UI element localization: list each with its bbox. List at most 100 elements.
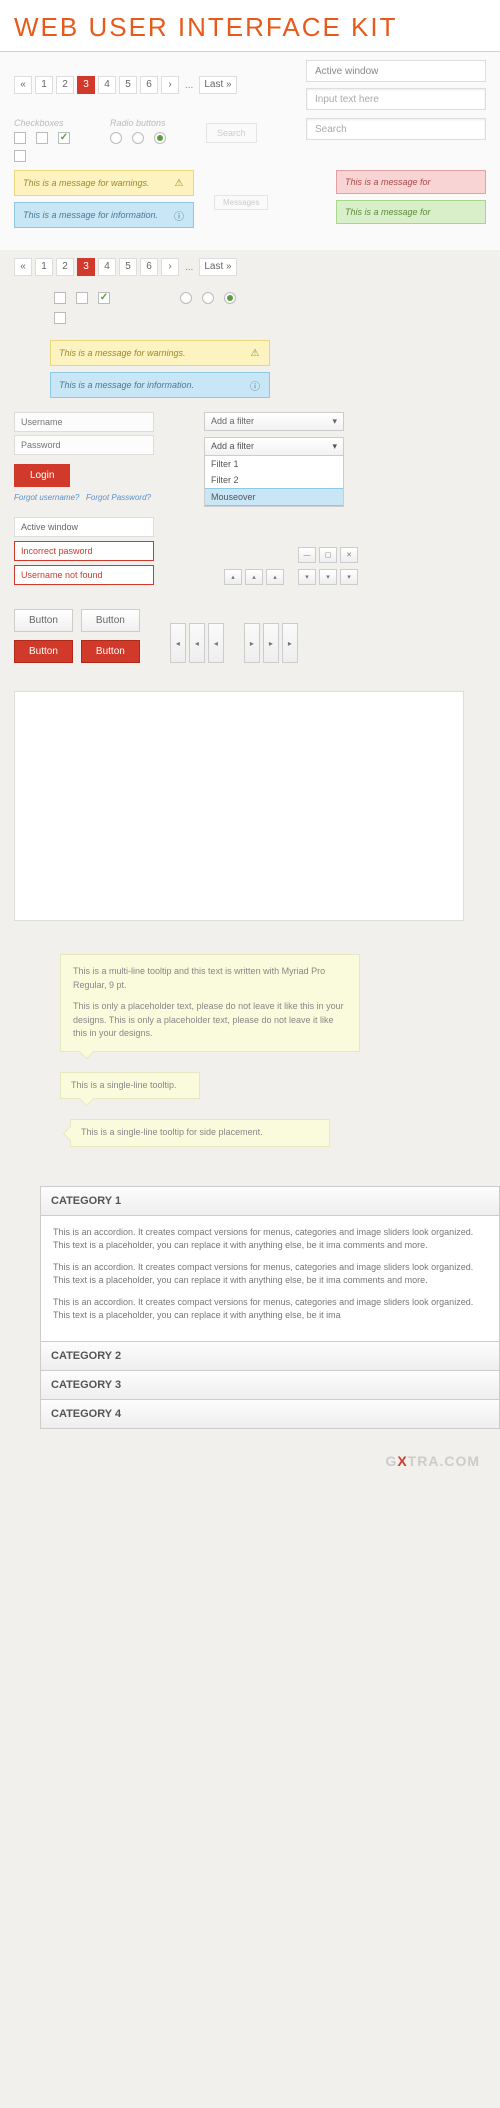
checks-radios-2: [0, 284, 500, 332]
accordion-body-1: This is an accordion. It creates compact…: [40, 1216, 500, 1342]
pager-2[interactable]: 2: [56, 76, 74, 94]
message-success: This is a message for: [336, 200, 486, 224]
close-icon[interactable]: ✕: [340, 547, 358, 563]
messages-right: This is a message for This is a message …: [336, 170, 486, 230]
dropdown-open-header[interactable]: Add a filter▾: [205, 438, 343, 456]
arrow-down-3[interactable]: ▾: [340, 569, 358, 585]
radio-3[interactable]: [154, 132, 166, 144]
dropdown-opt-1[interactable]: Filter 1: [205, 456, 343, 472]
login-button[interactable]: Login: [14, 464, 70, 487]
active-window-input[interactable]: [306, 60, 486, 82]
username-input[interactable]: [14, 412, 154, 432]
checkbox-1[interactable]: [14, 132, 26, 144]
accordion-header-3[interactable]: CATEGORY 3: [40, 1370, 500, 1400]
radio-2[interactable]: [132, 132, 144, 144]
slider-prev-1[interactable]: ◂: [170, 623, 186, 663]
arrow-up-1[interactable]: ▴: [224, 569, 242, 585]
checkbox2-1[interactable]: [54, 292, 66, 304]
pager-last[interactable]: Last »: [199, 76, 236, 94]
placeholder-input[interactable]: [306, 88, 486, 110]
message-warning: This is a message for warnings.⚠: [14, 170, 194, 196]
pager-1[interactable]: 1: [35, 76, 53, 94]
message-info: This is a message for information.ⓘ: [14, 202, 194, 228]
arrow-down-1[interactable]: ▾: [298, 569, 316, 585]
dropdown-opt-2[interactable]: Filter 2: [205, 472, 343, 488]
search-input-top[interactable]: [306, 118, 486, 140]
pager2-3[interactable]: 3: [77, 258, 95, 276]
login-form: Login Forgot username? Forgot Password?: [14, 412, 154, 507]
pager2-next[interactable]: ›: [161, 258, 179, 276]
radio2-3[interactable]: [224, 292, 236, 304]
status-arrows-row: Active window Incorrect pasword Username…: [0, 517, 500, 599]
message-error: This is a message for: [336, 170, 486, 194]
radio-group-top: Radio buttons: [110, 118, 166, 144]
radio-1[interactable]: [110, 132, 122, 144]
password-input[interactable]: [14, 435, 154, 455]
button-group: Button Button Button Button: [14, 609, 140, 671]
slider-next-3[interactable]: ▸: [282, 623, 298, 663]
pager-4[interactable]: 4: [98, 76, 116, 94]
pager-next[interactable]: ›: [161, 76, 179, 94]
minimize-icon[interactable]: —: [298, 547, 316, 563]
pager2-first[interactable]: «: [14, 258, 32, 276]
chevron-down-icon: ▾: [332, 416, 337, 427]
maximize-icon[interactable]: ▢: [319, 547, 337, 563]
button-red-2[interactable]: Button: [81, 640, 140, 663]
pager-5[interactable]: 5: [119, 76, 137, 94]
checkbox2-4[interactable]: [54, 312, 66, 324]
dropdown-opt-3[interactable]: Mouseover: [205, 488, 343, 506]
forgot-links: Forgot username? Forgot Password?: [14, 493, 154, 502]
accordion-header-2[interactable]: CATEGORY 2: [40, 1341, 500, 1371]
arrow-down-2[interactable]: ▾: [319, 569, 337, 585]
pager-6[interactable]: 6: [140, 76, 158, 94]
radio-label: Radio buttons: [110, 118, 166, 128]
tooltip-single: This is a single-line tooltip.: [60, 1072, 200, 1100]
buttons-sliders-row: Button Button Button Button ◂ ◂ ◂ ▸ ▸ ▸: [0, 609, 500, 681]
checkbox-3[interactable]: [58, 132, 70, 144]
pager-first[interactable]: «: [14, 76, 32, 94]
checkbox-4[interactable]: [14, 150, 26, 162]
pager2-6[interactable]: 6: [140, 258, 158, 276]
tooltip-side: This is a single-line tooltip for side p…: [70, 1119, 330, 1147]
pager2-2[interactable]: 2: [56, 258, 74, 276]
pagination-top: « 1 2 3 4 5 6 › ... Last »: [14, 76, 237, 94]
dropdown-group: Add a filter ▾ Add a filter▾ Filter 1 Fi…: [204, 412, 344, 507]
radio2-2[interactable]: [202, 292, 214, 304]
search-button-faint[interactable]: Search: [206, 123, 257, 143]
pager-3[interactable]: 3: [77, 76, 95, 94]
header: WEB USER INTERFACE KIT: [0, 0, 500, 52]
pager2-1[interactable]: 1: [35, 258, 53, 276]
slider-nav: ◂ ◂ ◂ ▸ ▸ ▸: [170, 623, 298, 671]
slider-prev-2[interactable]: ◂: [189, 623, 205, 663]
accordion-header-4[interactable]: CATEGORY 4: [40, 1399, 500, 1429]
pagination-block-2: « 1 2 3 4 5 6 › ... Last »: [0, 250, 500, 284]
forgot-username-link[interactable]: Forgot username?: [14, 493, 79, 502]
tooltip-multiline: This is a multi-line tooltip and this te…: [60, 954, 360, 1052]
checkbox2-2[interactable]: [76, 292, 88, 304]
messages-tag: Messages: [214, 195, 268, 210]
dropdown-closed[interactable]: Add a filter ▾: [204, 412, 344, 431]
slider-next-1[interactable]: ▸: [244, 623, 260, 663]
radio2-1[interactable]: [180, 292, 192, 304]
status-active: Active window: [14, 517, 154, 537]
pager2-5[interactable]: 5: [119, 258, 137, 276]
forgot-password-link[interactable]: Forgot Password?: [86, 493, 151, 502]
pager2-4[interactable]: 4: [98, 258, 116, 276]
status-notfound: Username not found: [14, 565, 154, 585]
slider-next-2[interactable]: ▸: [263, 623, 279, 663]
button-grey-1[interactable]: Button: [14, 609, 73, 632]
textarea[interactable]: [14, 691, 464, 921]
checkbox-group-top: Checkboxes: [14, 118, 70, 162]
accordion: CATEGORY 1 This is an accordion. It crea…: [40, 1186, 500, 1429]
button-grey-2[interactable]: Button: [81, 609, 140, 632]
accordion-header-1[interactable]: CATEGORY 1: [40, 1186, 500, 1216]
arrow-up-2[interactable]: ▴: [245, 569, 263, 585]
arrow-up-3[interactable]: ▴: [266, 569, 284, 585]
checkbox2-3[interactable]: [98, 292, 110, 304]
pager2-last[interactable]: Last »: [199, 258, 236, 276]
info-icon: ⓘ: [173, 209, 185, 221]
button-red-1[interactable]: Button: [14, 640, 73, 663]
slider-prev-3[interactable]: ◂: [208, 623, 224, 663]
checkbox-2[interactable]: [36, 132, 48, 144]
info-icon-2: ⓘ: [249, 379, 261, 391]
